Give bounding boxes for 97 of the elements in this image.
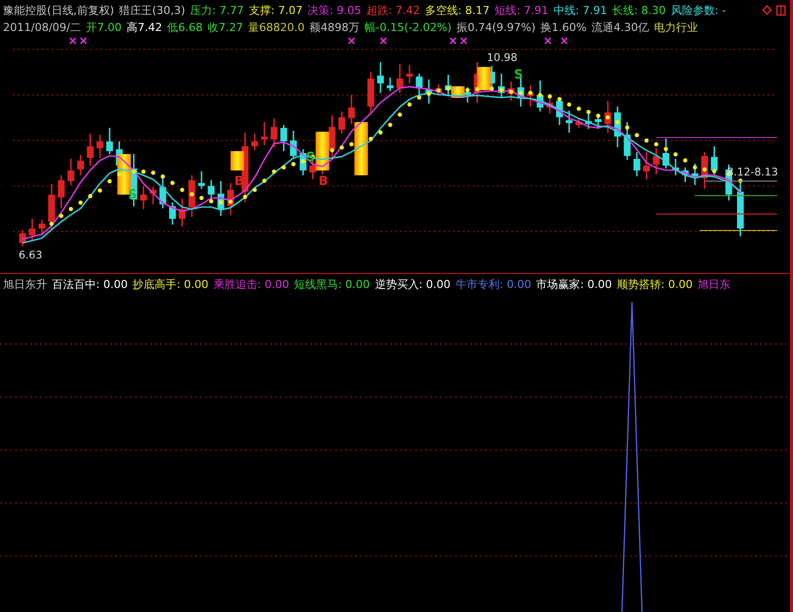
- candlestick: [652, 148, 660, 174]
- candlestick: [377, 62, 384, 94]
- candlestick: [159, 177, 166, 208]
- candlestick: [367, 72, 374, 114]
- quote-value: 收7.27: [208, 20, 244, 35]
- candlestick: [28, 218, 36, 240]
- candlestick: [58, 175, 65, 208]
- candlestick: [672, 158, 679, 176]
- candlestick: [106, 128, 113, 154]
- signal-candle: [354, 122, 368, 176]
- price-label: 6.63: [18, 248, 42, 262]
- candlestick: [140, 186, 147, 210]
- candlestick: [416, 74, 423, 97]
- indicator-value: 顺势搭轿: 0.00: [616, 277, 693, 292]
- candlestick: [386, 78, 394, 92]
- marker-icon: [560, 37, 568, 44]
- marker-icon: [380, 37, 388, 44]
- quote-value: 2011/08/09/二: [3, 20, 82, 35]
- candlestick: [77, 154, 84, 176]
- indicator-name: 猎庄王(30,3): [119, 3, 186, 18]
- candlestick: [178, 198, 186, 227]
- indicator-value: 短线黑马: 0.00: [294, 277, 370, 292]
- indicator-value: 旭日东: [698, 277, 731, 292]
- candlestick: [68, 158, 74, 185]
- square-icon[interactable]: [776, 5, 786, 16]
- signal-label: S: [514, 66, 524, 82]
- signal-label: S: [306, 148, 316, 164]
- marker-icon: [80, 37, 88, 44]
- candlestick: [737, 180, 744, 236]
- indicator-name: 旭日东升: [3, 277, 47, 292]
- candlestick: [464, 87, 471, 103]
- quote-value: 额4898万: [310, 20, 360, 35]
- candlestick: [710, 146, 718, 174]
- candlestick: [575, 118, 582, 128]
- quote-value: 电力行业: [654, 20, 698, 35]
- indicator-value: 中线: 7.91: [553, 3, 608, 18]
- candlestick: [96, 134, 104, 158]
- candlestick: [643, 152, 650, 180]
- marker-icon: [544, 37, 552, 44]
- indicator-value: 多空线: 8.17: [424, 3, 490, 18]
- quote-value: 换1.60%: [540, 20, 587, 35]
- candlestick: [261, 122, 268, 146]
- candlestick: [290, 130, 297, 159]
- marker-icon: [348, 37, 356, 44]
- indicator-value: 决策: 9.05: [308, 3, 362, 18]
- indicator-value: 短线: 7.91: [494, 3, 548, 18]
- candlestick: [338, 111, 346, 134]
- price-label: 10.98: [486, 51, 518, 64]
- candlestick: [19, 230, 26, 246]
- indicator-value: 百法百中: 0.00: [52, 277, 128, 292]
- marker-icon: [460, 37, 468, 44]
- candlestick: [348, 94, 355, 124]
- candlestick: [48, 184, 55, 230]
- candlestick: [701, 152, 708, 189]
- candlestick: [38, 220, 46, 236]
- quote-value: 低6.68: [167, 20, 203, 35]
- marker-icon: [449, 37, 457, 44]
- indicator-value: 市场赢家: 0.00: [536, 277, 612, 292]
- indicator-value: 超跌: 7.42: [366, 3, 420, 18]
- signal-label: B: [318, 172, 328, 188]
- candlestick: [566, 110, 573, 133]
- diamond-icon[interactable]: [762, 5, 772, 15]
- indicator-value: 逆势买入: 0.00: [374, 277, 451, 292]
- quote-value: 流通4.30亿: [592, 20, 650, 35]
- candlestick: [396, 64, 404, 94]
- candlestick: [280, 124, 288, 152]
- candlestick: [270, 118, 278, 148]
- indicator-value: 支撑: 7.07: [248, 3, 303, 18]
- candlestick: [208, 180, 215, 200]
- quote-value: 振0.74(9.97%): [456, 20, 536, 35]
- candlestick: [188, 175, 196, 217]
- indicator-value: 风险参数: -: [670, 3, 726, 18]
- candlestick: [633, 152, 640, 176]
- candlestick: [624, 122, 631, 160]
- candlestick: [169, 202, 176, 225]
- signal-candle: [477, 66, 491, 90]
- indicator-value: 抄底高手: 0.00: [132, 277, 208, 292]
- signal-candle: [230, 151, 244, 170]
- marker-icon: [69, 37, 76, 44]
- candlestick: [682, 168, 689, 182]
- candlestick: [614, 106, 621, 148]
- quote-value: 高7.42: [126, 20, 162, 35]
- candlestick: [692, 164, 698, 185]
- candlestick: [406, 65, 413, 84]
- chart-title: 豫能控股(日线,前复权): [3, 3, 114, 18]
- candlestick: [150, 186, 157, 204]
- candlestick: [86, 134, 94, 166]
- candlestick: [198, 171, 205, 189]
- quote-value: 开7.00: [86, 20, 122, 35]
- indicator-value: 长线: 8.30: [612, 3, 666, 18]
- indicator-value: 乘胜追击: 0.00: [213, 277, 290, 292]
- candlestick: [251, 134, 258, 150]
- indicator-value: 牛市专利: 0.00: [456, 277, 532, 292]
- candlestick: [328, 115, 336, 160]
- quote-value: 幅-0.15(-2.02%): [364, 20, 452, 35]
- indicator-value: 压力: 7.77: [190, 3, 244, 18]
- quote-value: 量68820.0: [248, 20, 305, 35]
